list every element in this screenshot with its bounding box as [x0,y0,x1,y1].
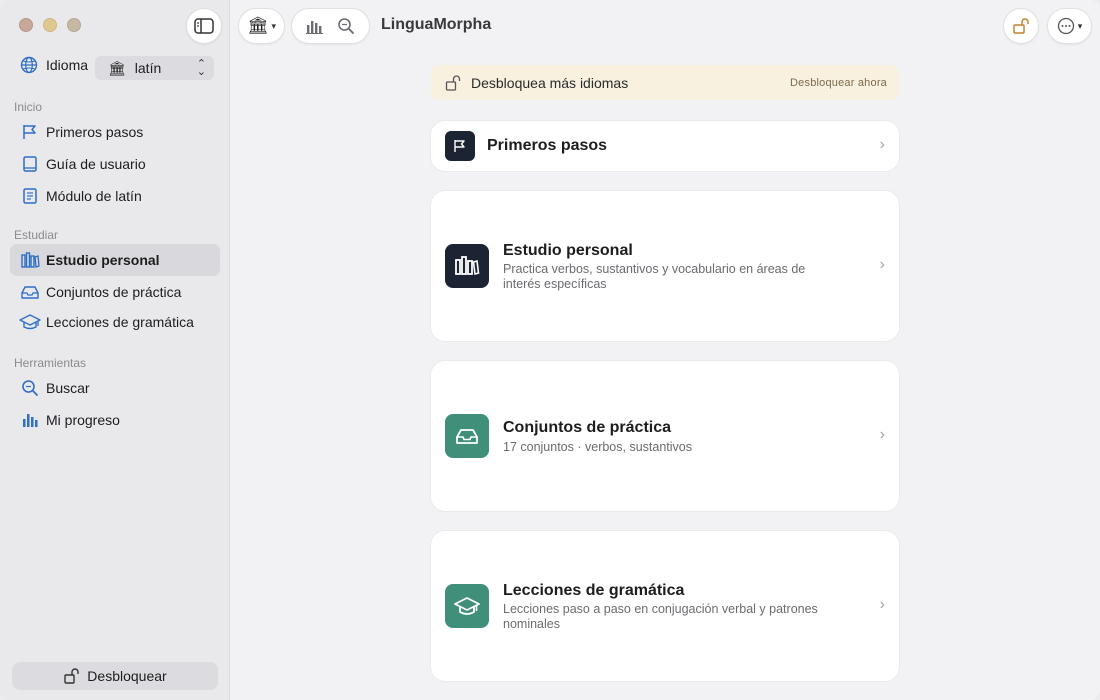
flag-icon [445,131,475,161]
unlock-button[interactable]: Desbloquear [12,662,218,690]
sidebar-item-label: Mi progreso [46,412,120,428]
card-subtitle: Practica verbos, sustantivos y vocabular… [503,262,806,291]
chevron-right-icon: › [879,426,885,443]
sidebar-item-guia-de-usuario[interactable]: Guía de usuario [10,148,220,180]
sidebar-item-label: Buscar [46,380,90,396]
card-primeros-pasos[interactable]: Primeros pasos › [431,121,899,171]
banner-text: Desbloquea más idiomas [471,74,629,91]
card-conjuntos-de-practica[interactable]: Conjuntos de práctica 17 conjuntos · ver… [431,361,899,511]
card-title: Estudio personal [503,242,633,259]
sidebar-item-label: Lecciones de gramática [46,314,194,330]
card-title: Lecciones de gramática [503,582,685,599]
sidebar-item-lecciones-de-gramatica[interactable]: Lecciones de gramática [10,306,220,338]
sidebar-item-label: Conjuntos de práctica [46,284,182,300]
classical-building-icon: 🏛 [246,16,269,35]
toolbar-group [291,8,370,44]
language-value: latín [134,60,162,76]
sidebar-item-modulo-de-latin[interactable]: Módulo de latín [10,180,220,212]
module-menu-button[interactable]: 🏛 ▾ [238,8,285,44]
app-title: LinguaMorpha [381,16,492,33]
books-icon [445,244,489,288]
tray-icon [445,414,489,458]
sidebar-item-label: Guía de usuario [46,156,146,172]
unlock-now-link[interactable]: Desbloquear ahora [790,77,887,89]
language-label: Idioma [46,57,89,73]
section-title-herramientas: Herramientas [14,356,87,370]
section-title-inicio: Inicio [14,100,43,114]
books-icon [19,249,41,271]
chevron-down-icon: ▾ [271,20,277,31]
chevron-right-icon: › [879,136,885,153]
search-icon [19,377,41,399]
card-subtitle: 17 conjuntos · verbos, sustantivos [503,440,692,454]
chevron-right-icon: › [879,256,885,273]
progress-chart-button[interactable] [306,18,324,34]
close-window-button[interactable] [19,18,33,32]
unlock-toolbar-button[interactable] [1003,8,1039,44]
graduation-cap-icon [445,584,489,628]
language-select[interactable]: 🏛 latín ⌃ ⌄ [95,56,214,80]
sidebar-item-buscar[interactable]: Buscar [10,372,220,404]
tray-icon [19,281,41,303]
card-title: Conjuntos de práctica [503,419,672,436]
search-icon [337,18,354,34]
app-window: Idioma 🏛 latín ⌃ ⌄ Inicio Primeros pasos … [0,0,1100,700]
card-subtitle: Lecciones paso a paso en conjugación ver… [503,602,818,631]
unlock-icon [63,668,79,684]
bar-chart-icon [306,21,324,34]
unlock-icon [1013,18,1029,34]
bar-chart-icon [19,409,41,431]
language-row: Idioma [20,56,88,74]
unlock-icon [445,74,461,91]
card-title: Primeros pasos [487,137,608,154]
sidebar-toggle-button[interactable] [186,8,222,44]
sidebar: Idioma 🏛 latín ⌃ ⌄ Inicio Primeros pasos … [0,0,230,700]
sidebar-item-estudio-personal[interactable]: Estudio personal [10,244,220,276]
section-title-estudiar: Estudiar [14,228,59,242]
card-lecciones-de-gramatica[interactable]: Lecciones de gramática Lecciones paso a … [431,531,899,681]
ellipsis-circle-icon [1057,17,1074,35]
minimize-window-button[interactable] [43,18,57,32]
sidebar-item-conjuntos-de-practica[interactable]: Conjuntos de práctica [10,276,220,308]
document-icon [19,185,41,207]
sidebar-icon [194,18,214,34]
graduation-cap-icon [19,311,41,333]
chevron-down-icon: ▾ [1077,20,1083,31]
sidebar-item-label: Módulo de latín [46,188,142,204]
more-options-button[interactable]: ▾ [1047,8,1092,44]
chevron-right-icon: › [879,596,885,613]
up-down-chevron-icon: ⌃ ⌄ [196,58,206,78]
flag-icon [19,121,41,143]
classical-building-icon: 🏛 [108,59,126,76]
sidebar-item-label: Estudio personal [46,252,160,268]
sidebar-item-label: Primeros pasos [46,124,144,140]
book-icon [19,153,41,175]
sidebar-item-mi-progreso[interactable]: Mi progreso [10,404,220,436]
sidebar-item-primeros-pasos[interactable]: Primeros pasos [10,116,220,148]
globe-icon [20,56,38,74]
card-estudio-personal[interactable]: Estudio personal Practica verbos, sustan… [431,191,899,341]
zoom-window-button[interactable] [67,18,81,32]
unlock-button-label: Desbloquear [87,668,167,684]
window-controls [19,18,81,32]
unlock-banner: Desbloquea más idiomas Desbloquear ahora [431,65,899,100]
search-button[interactable] [337,17,355,35]
